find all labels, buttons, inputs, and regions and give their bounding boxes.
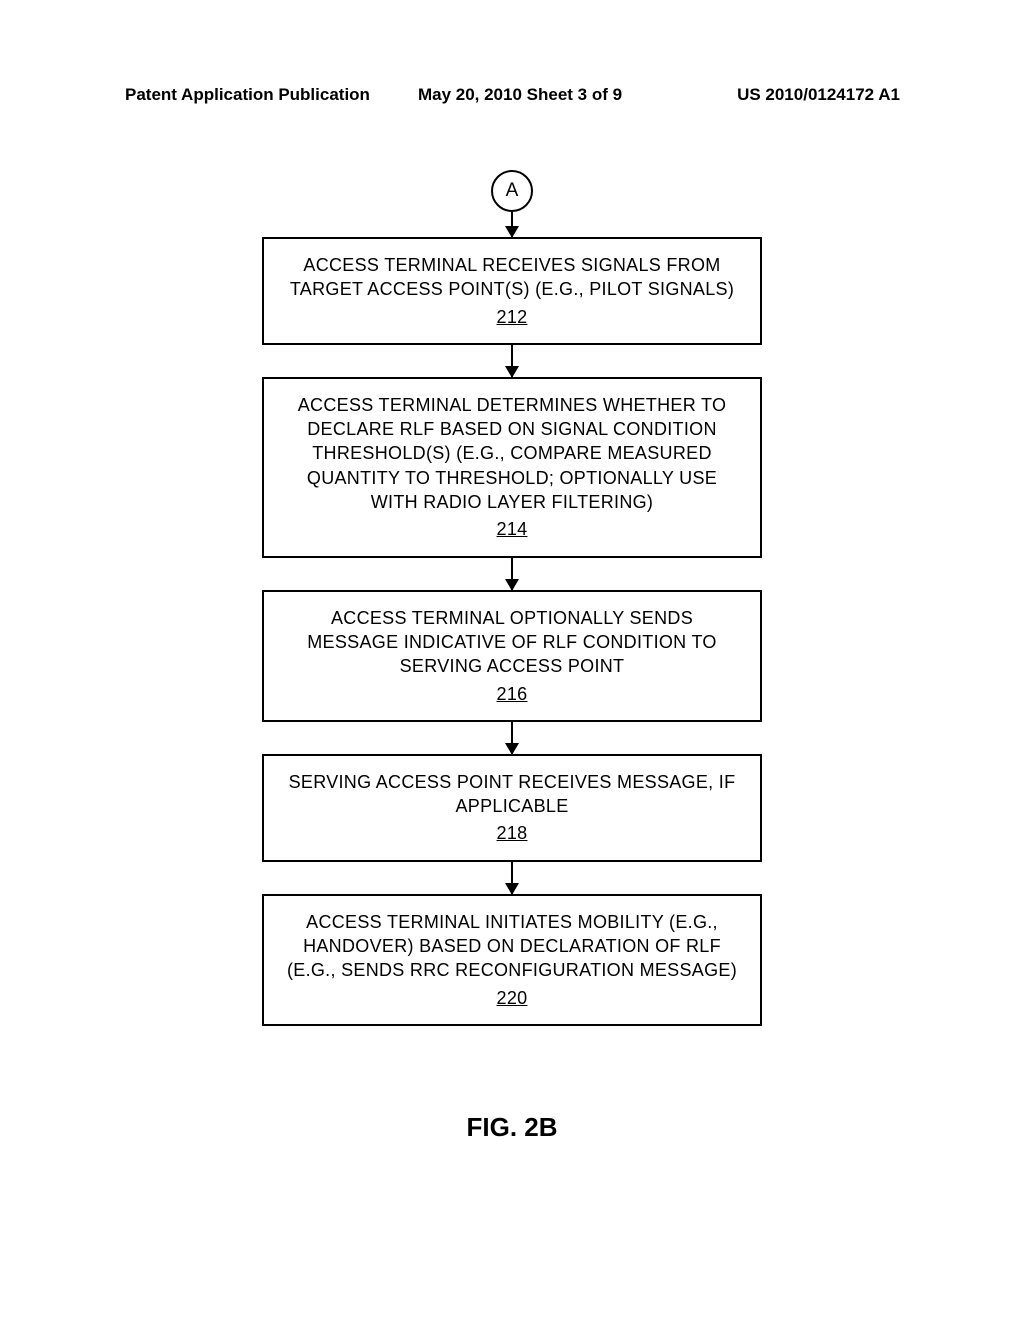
connector-label: A [506, 180, 519, 202]
page-header: Patent Application Publication May 20, 2… [0, 85, 1024, 105]
box-text: ACCESS TERMINAL RECEIVES SIGNALS FROM TA… [290, 255, 734, 299]
arrow-icon [511, 558, 514, 590]
box-text: ACCESS TERMINAL DETERMINES WHETHER TO DE… [298, 395, 727, 512]
arrow-icon [511, 212, 514, 237]
header-date-sheet: May 20, 2010 Sheet 3 of 9 [418, 85, 622, 105]
flowchart-box-216: ACCESS TERMINAL OPTIONALLY SENDS MESSAGE… [262, 590, 762, 722]
box-ref: 214 [284, 517, 740, 541]
arrow-icon [511, 862, 514, 894]
box-ref: 218 [284, 821, 740, 845]
header-publication: Patent Application Publication [125, 85, 370, 105]
header-patent-number: US 2010/0124172 A1 [737, 85, 900, 105]
flowchart-container: A ACCESS TERMINAL RECEIVES SIGNALS FROM … [262, 170, 762, 1026]
figure-label: FIG. 2B [0, 1112, 1024, 1143]
box-ref: 212 [284, 305, 740, 329]
figure-label-text: FIG. 2B [466, 1112, 557, 1142]
arrow-icon [511, 722, 514, 754]
flowchart-box-212: ACCESS TERMINAL RECEIVES SIGNALS FROM TA… [262, 237, 762, 345]
box-ref: 216 [284, 682, 740, 706]
connector-a: A [491, 170, 533, 212]
flowchart-box-220: ACCESS TERMINAL INITIATES MOBILITY (E.G.… [262, 894, 762, 1026]
box-text: SERVING ACCESS POINT RECEIVES MESSAGE, I… [289, 772, 736, 816]
flowchart-box-214: ACCESS TERMINAL DETERMINES WHETHER TO DE… [262, 377, 762, 558]
box-text: ACCESS TERMINAL INITIATES MOBILITY (E.G.… [287, 912, 737, 981]
box-ref: 220 [284, 986, 740, 1010]
arrow-icon [511, 345, 514, 377]
flowchart-box-218: SERVING ACCESS POINT RECEIVES MESSAGE, I… [262, 754, 762, 862]
box-text: ACCESS TERMINAL OPTIONALLY SENDS MESSAGE… [307, 608, 716, 677]
